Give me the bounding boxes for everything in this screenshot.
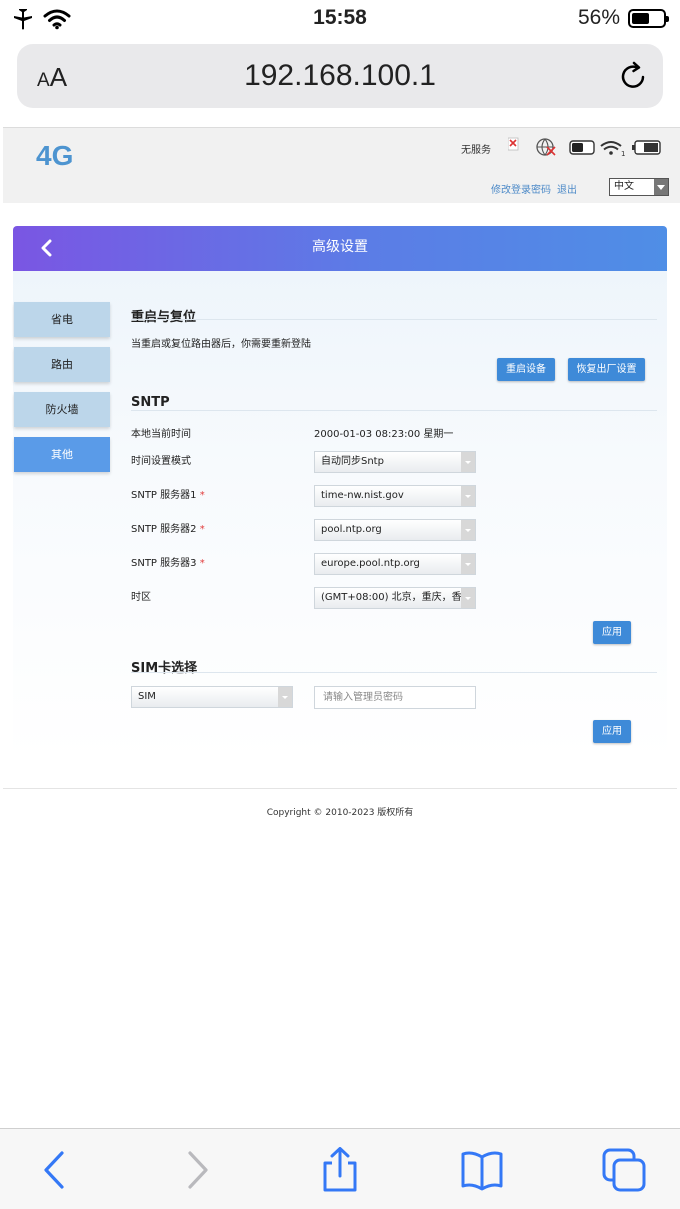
factory-reset-button[interactable]: 恢复出厂设置 — [568, 358, 645, 381]
admin-password-input[interactable]: 请输入管理员密码 — [314, 686, 476, 709]
sntp-server1-label: SNTP 服务器1 * — [131, 490, 205, 501]
wifi-status-icon: 1 — [600, 141, 625, 158]
internet-disconnected-icon — [536, 138, 556, 156]
status-icons: 1 — [508, 137, 661, 158]
reboot-button[interactable]: 重启设备 — [497, 358, 555, 381]
tabs-icon[interactable] — [601, 1147, 647, 1193]
divider — [131, 410, 657, 411]
page-title: 高级设置 — [312, 239, 368, 255]
sntp-server2-label: SNTP 服务器2 * — [131, 524, 205, 535]
sim-section-title: SIM卡选择 — [131, 661, 198, 676]
sntp-server3-label: SNTP 服务器3 * — [131, 558, 205, 569]
timezone-label: 时区 — [131, 592, 151, 603]
battery-status-icon — [632, 140, 661, 155]
time-mode-label: 时间设置模式 — [131, 456, 191, 467]
network-status: 无服务 — [461, 145, 491, 156]
time-mode-select[interactable]: 自动同步Sntp — [314, 451, 476, 473]
sntp-server2-select[interactable]: pool.ntp.org — [314, 519, 476, 541]
sidebar-item-power-saving[interactable]: 省电 — [14, 302, 110, 337]
logo: 4G — [36, 140, 74, 171]
divider — [131, 672, 657, 673]
router-header: 4G 无服务 1 修改登录密码 退出 中文 — [3, 127, 680, 203]
share-icon[interactable] — [317, 1147, 363, 1193]
battery-percent: 56% — [577, 6, 620, 29]
sidebar-item-router[interactable]: 路由 — [14, 347, 110, 382]
sim-select[interactable]: SIM — [131, 686, 293, 708]
url-text[interactable]: 192.168.100.1 — [17, 59, 663, 93]
logout-link[interactable]: 退出 — [557, 185, 577, 196]
sms-icon — [569, 140, 595, 155]
sntp-apply-button[interactable]: 应用 — [593, 621, 631, 644]
address-bar[interactable]: AA 192.168.100.1 — [17, 44, 663, 108]
forward-icon[interactable] — [174, 1147, 220, 1193]
svg-text:1: 1 — [621, 150, 625, 158]
local-time-label: 本地当前时间 — [131, 429, 191, 440]
chevron-down-icon — [654, 179, 668, 195]
reboot-note: 当重启或复位路由器后，你需要重新登陆 — [131, 339, 311, 350]
page-title-bar: 高级设置 — [13, 226, 667, 271]
reload-icon[interactable] — [617, 60, 649, 92]
bookmarks-icon[interactable] — [459, 1147, 505, 1193]
required-mark: * — [199, 524, 205, 535]
language-select[interactable]: 中文 — [609, 178, 669, 196]
required-mark: * — [199, 558, 205, 569]
chevron-down-icon — [461, 520, 475, 540]
header-links: 修改登录密码 退出 — [485, 181, 577, 196]
change-password-link[interactable]: 修改登录密码 — [491, 185, 551, 196]
sntp-section-title: SNTP — [131, 395, 170, 410]
chevron-down-icon — [461, 486, 475, 506]
required-mark: * — [199, 490, 205, 501]
chevron-down-icon — [461, 588, 475, 608]
sntp-server3-select[interactable]: europe.pool.ntp.org — [314, 553, 476, 575]
divider — [131, 319, 657, 320]
chevron-down-icon — [278, 687, 292, 707]
sim-apply-button[interactable]: 应用 — [593, 720, 631, 743]
divider — [3, 788, 677, 789]
copyright: Copyright © 2010-2023 版权所有 — [266, 808, 414, 818]
status-bar: 15:58 56% — [0, 0, 680, 40]
local-time-value: 2000-01-03 08:23:00 星期一 — [314, 429, 454, 440]
sntp-server1-select[interactable]: time-nw.nist.gov — [314, 485, 476, 507]
browser-toolbar — [0, 1128, 680, 1209]
sidebar-item-firewall[interactable]: 防火墙 — [14, 392, 110, 427]
timezone-select[interactable]: (GMT+08:00) 北京，重庆，香港 — [314, 587, 476, 609]
chevron-down-icon — [461, 452, 475, 472]
back-icon[interactable] — [32, 1147, 78, 1193]
sidebar-item-other[interactable]: 其他 — [14, 437, 110, 472]
sim-error-icon — [508, 137, 519, 151]
battery-icon — [628, 9, 669, 28]
chevron-down-icon — [461, 554, 475, 574]
reboot-section-title: 重启与复位 — [131, 310, 197, 325]
